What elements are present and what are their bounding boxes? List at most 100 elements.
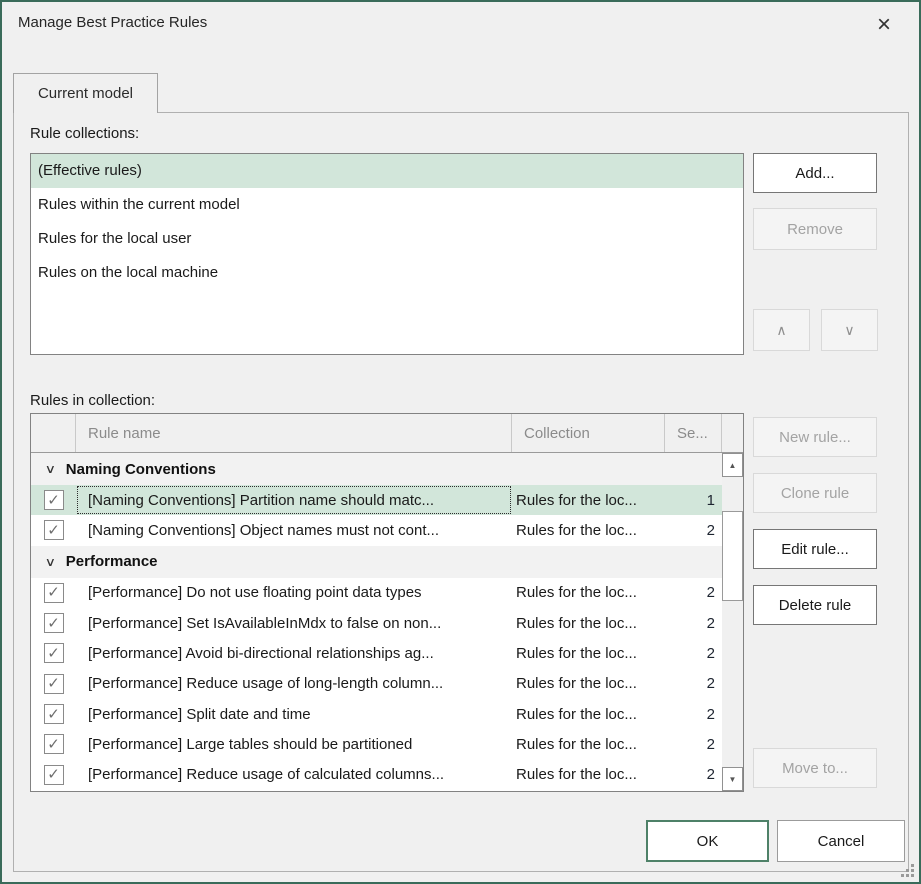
rule-collection-cell: Rules for the loc... bbox=[512, 699, 665, 729]
column-header-filler bbox=[722, 414, 743, 452]
rule-name-cell[interactable]: [Performance] Reduce usage of calculated… bbox=[76, 760, 512, 790]
rules-table: Rule name Collection Se... ▲ ▼ ∨ Naming C… bbox=[30, 413, 744, 792]
cancel-button[interactable]: Cancel bbox=[777, 820, 905, 862]
rule-checkbox-cell: ✓ bbox=[31, 638, 76, 668]
rule-severity-cell: 2 bbox=[665, 760, 722, 790]
rule-checkbox[interactable]: ✓ bbox=[44, 734, 64, 754]
rule-collections-label: Rule collections: bbox=[30, 125, 139, 142]
rule-checkbox-cell: ✓ bbox=[31, 669, 76, 699]
delete-rule-button[interactable]: Delete rule bbox=[753, 585, 877, 625]
rule-row[interactable]: ✓ [Performance] Large tables should be pa… bbox=[31, 729, 722, 759]
collection-list-item[interactable]: Rules for the local user bbox=[31, 222, 743, 256]
rule-collection-cell: Rules for the loc... bbox=[512, 729, 665, 759]
column-header-rule-name[interactable]: Rule name bbox=[76, 414, 512, 452]
rule-checkbox[interactable]: ✓ bbox=[44, 704, 64, 724]
resize-grip[interactable] bbox=[901, 864, 915, 878]
rule-row[interactable]: ✓ [Naming Conventions] Partition name sho… bbox=[31, 485, 722, 515]
rule-checkbox-cell: ✓ bbox=[31, 515, 76, 545]
tab-label: Current model bbox=[38, 85, 133, 102]
rule-row[interactable]: ✓ [Performance] Avoid bi-directional rela… bbox=[31, 638, 722, 668]
chevron-up-icon: ∧ bbox=[776, 322, 786, 339]
scroll-up-button[interactable]: ▲ bbox=[722, 453, 743, 477]
rule-row[interactable]: ✓ [Performance] Do not use floating point… bbox=[31, 578, 722, 608]
rule-checkbox[interactable]: ✓ bbox=[44, 613, 64, 633]
rule-checkbox[interactable]: ✓ bbox=[44, 674, 64, 694]
rule-row[interactable]: ✓ [Performance] Reduce usage of long-leng… bbox=[31, 669, 722, 699]
column-header-check[interactable] bbox=[31, 414, 76, 452]
rule-name-cell[interactable]: [Naming Conventions] Object names must n… bbox=[76, 515, 512, 545]
add-button[interactable]: Add... bbox=[753, 153, 877, 193]
remove-button[interactable]: Remove bbox=[753, 208, 877, 250]
collection-list-item[interactable]: Rules on the local machine bbox=[31, 256, 743, 290]
group-name: Performance bbox=[66, 553, 158, 570]
rule-name-cell[interactable]: [Performance] Large tables should be par… bbox=[76, 729, 512, 759]
rule-checkbox[interactable]: ✓ bbox=[44, 583, 64, 603]
ok-button[interactable]: OK bbox=[646, 820, 769, 862]
rule-checkbox[interactable]: ✓ bbox=[44, 490, 64, 510]
group-row[interactable]: ∨ Naming Conventions bbox=[31, 453, 722, 485]
scroll-down-button[interactable]: ▼ bbox=[722, 767, 743, 791]
rule-collection-cell: Rules for the loc... bbox=[512, 578, 665, 608]
rule-severity-cell: 2 bbox=[665, 608, 722, 638]
column-header-collection[interactable]: Collection bbox=[512, 414, 665, 452]
rule-row[interactable]: ✓ [Naming Conventions] Object names must … bbox=[31, 515, 722, 545]
rule-checkbox-cell: ✓ bbox=[31, 729, 76, 759]
close-button[interactable]: × bbox=[864, 8, 904, 42]
rule-checkbox[interactable]: ✓ bbox=[44, 643, 64, 663]
dialog-title: Manage Best Practice Rules bbox=[18, 14, 207, 31]
rule-severity-cell: 2 bbox=[665, 699, 722, 729]
rule-collection-cell: Rules for the loc... bbox=[512, 638, 665, 668]
move-up-button[interactable]: ∧ bbox=[753, 309, 810, 351]
rule-row[interactable]: ✓ [Performance] Reduce usage of calculate… bbox=[31, 760, 722, 790]
edit-rule-button[interactable]: Edit rule... bbox=[753, 529, 877, 569]
rule-checkbox-cell: ✓ bbox=[31, 485, 76, 515]
rule-severity-cell: 2 bbox=[665, 515, 722, 545]
rule-name-cell[interactable]: [Performance] Set IsAvailableInMdx to fa… bbox=[76, 608, 512, 638]
rule-checkbox-cell: ✓ bbox=[31, 699, 76, 729]
close-icon: × bbox=[877, 13, 891, 37]
rule-severity-cell: 2 bbox=[665, 638, 722, 668]
rule-row[interactable]: ✓ [Performance] Split date and timeRules … bbox=[31, 699, 722, 729]
rule-collection-cell: Rules for the loc... bbox=[512, 515, 665, 545]
scroll-down-icon: ▼ bbox=[729, 775, 737, 784]
rule-collections-list[interactable]: (Effective rules)Rules within the curren… bbox=[30, 153, 744, 355]
group-collapse-chevron-icon[interactable]: ∨ bbox=[45, 462, 56, 476]
chevron-down-icon: ∨ bbox=[844, 322, 854, 339]
collection-list-item[interactable]: (Effective rules) bbox=[31, 154, 743, 188]
rule-name-cell[interactable]: [Performance] Avoid bi-directional relat… bbox=[76, 638, 512, 668]
rules-table-body: ▲ ▼ ∨Naming Conventions✓[Naming Conventi… bbox=[31, 453, 743, 791]
rule-severity-cell: 2 bbox=[665, 578, 722, 608]
scrollbar-thumb[interactable] bbox=[722, 511, 743, 601]
rule-name-cell[interactable]: [Performance] Do not use floating point … bbox=[76, 578, 512, 608]
clone-rule-button[interactable]: Clone rule bbox=[753, 473, 877, 513]
scroll-up-icon: ▲ bbox=[729, 461, 737, 470]
rule-severity-cell: 2 bbox=[665, 669, 722, 699]
rule-severity-cell: 1 bbox=[665, 485, 722, 515]
group-row[interactable]: ∨ Performance bbox=[31, 546, 722, 578]
rule-checkbox-cell: ✓ bbox=[31, 760, 76, 790]
vertical-scrollbar[interactable]: ▲ ▼ bbox=[722, 453, 743, 791]
move-down-button[interactable]: ∨ bbox=[821, 309, 878, 351]
column-header-severity[interactable]: Se... bbox=[665, 414, 722, 452]
group-name: Naming Conventions bbox=[66, 461, 216, 478]
move-to-button[interactable]: Move to... bbox=[753, 748, 877, 788]
new-rule-button[interactable]: New rule... bbox=[753, 417, 877, 457]
rule-collection-cell: Rules for the loc... bbox=[512, 669, 665, 699]
rule-checkbox-cell: ✓ bbox=[31, 578, 76, 608]
rule-severity-cell: 2 bbox=[665, 729, 722, 759]
rule-checkbox-cell: ✓ bbox=[31, 608, 76, 638]
rule-name-cell[interactable]: [Naming Conventions] Partition name shou… bbox=[76, 485, 512, 515]
manage-best-practice-rules-dialog: Manage Best Practice Rules × Current mod… bbox=[0, 0, 921, 884]
group-collapse-chevron-icon[interactable]: ∨ bbox=[45, 555, 56, 569]
rule-collection-cell: Rules for the loc... bbox=[512, 608, 665, 638]
tab-current-model[interactable]: Current model bbox=[13, 73, 158, 113]
rule-checkbox[interactable]: ✓ bbox=[44, 520, 64, 540]
rule-name-cell[interactable]: [Performance] Reduce usage of long-lengt… bbox=[76, 669, 512, 699]
rule-name-cell[interactable]: [Performance] Split date and time bbox=[76, 699, 512, 729]
collection-list-item[interactable]: Rules within the current model bbox=[31, 188, 743, 222]
rule-row[interactable]: ✓ [Performance] Set IsAvailableInMdx to f… bbox=[31, 608, 722, 638]
rule-checkbox[interactable]: ✓ bbox=[44, 765, 64, 785]
rule-collection-cell: Rules for the loc... bbox=[512, 485, 665, 515]
rule-collection-cell: Rules for the loc... bbox=[512, 760, 665, 790]
rules-table-header: Rule name Collection Se... bbox=[31, 414, 743, 453]
